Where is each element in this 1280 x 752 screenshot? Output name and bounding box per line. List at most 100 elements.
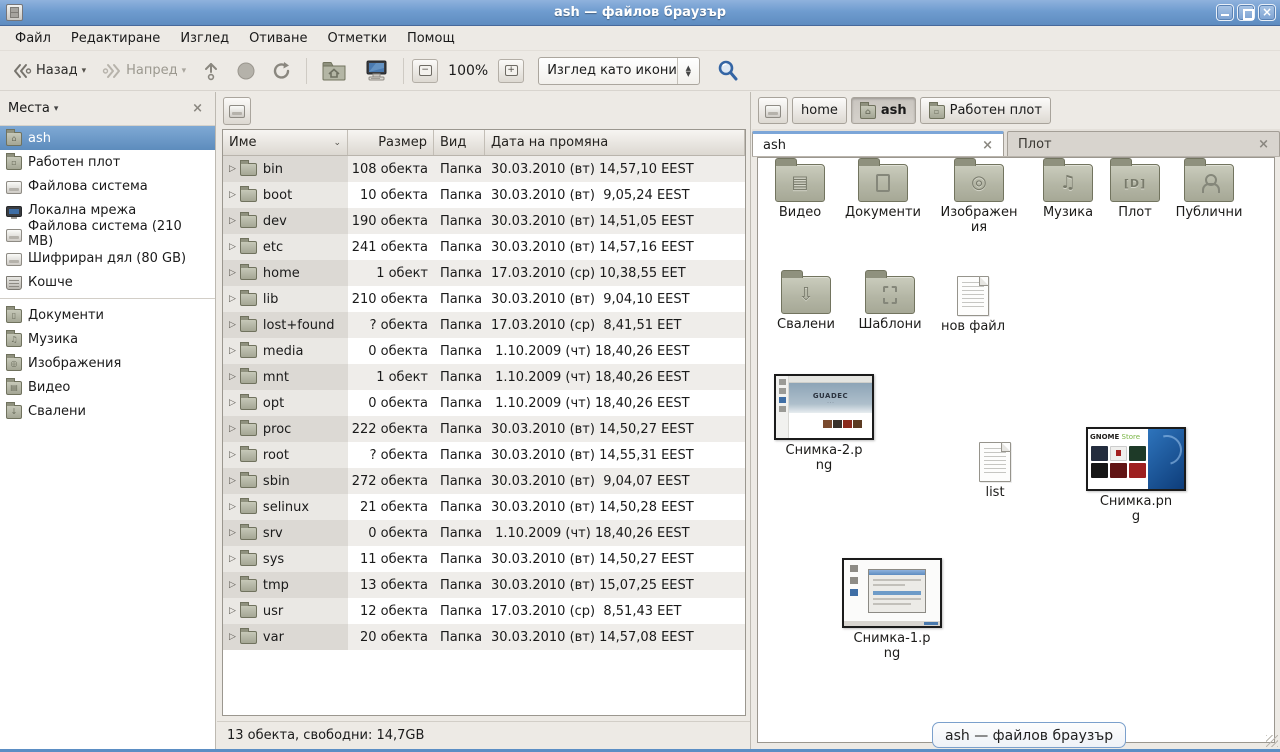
table-row-boot[interactable]: ▷boot10 обектаПапка30.03.2010 (вт) 9,05,… [223,182,745,208]
menu-Файл[interactable]: Файл [6,28,60,49]
table-row-proc[interactable]: ▷proc222 обектаПапка30.03.2010 (вт) 14,5… [223,416,745,442]
table-row-var[interactable]: ▷var20 обектаПапка30.03.2010 (вт) 14,57,… [223,624,745,650]
places-close-icon[interactable]: × [188,101,207,116]
menu-Помощ[interactable]: Помощ [398,28,464,49]
reload-button[interactable] [266,56,298,86]
breadcrumb-ash[interactable]: ⌂ash [851,97,916,124]
places-title[interactable]: Места [8,101,50,116]
file-item-Снимка-2.png[interactable]: GUADEC· · ·Снимка-2.png [770,374,878,474]
table-row-usr[interactable]: ▷usr12 обектаПапка17.03.2010 (ср) 8,51,4… [223,598,745,624]
places-dropdown-icon[interactable]: ▾ [54,104,59,114]
expander-icon[interactable]: ▷ [229,372,236,382]
computer-button[interactable] [357,56,395,86]
file-item-нов файл[interactable]: нов файл [931,276,1015,334]
file-item-Изображения[interactable]: ◎Изображения [937,164,1021,236]
table-row-opt[interactable]: ▷opt0 обектаПапка 1.10.2009 (чт) 18,40,2… [223,390,745,416]
close-button[interactable]: × [1258,4,1276,21]
tab-ash[interactable]: ash× [752,131,1004,156]
table-row-etc[interactable]: ▷etc241 обектаПапка30.03.2010 (вт) 14,57… [223,234,745,260]
expander-icon[interactable]: ▷ [229,346,236,356]
file-item-Плот[interactable]: [D]Плот [1093,164,1177,220]
file-item-Свалени[interactable]: ⇩Свалени [764,276,848,332]
column-header-Вид[interactable]: Вид [434,130,485,155]
table-row-dev[interactable]: ▷dev190 обектаПапка30.03.2010 (вт) 14,51… [223,208,745,234]
file-item-Шаблони[interactable]: Шаблони [848,276,932,332]
expander-icon[interactable]: ▷ [229,424,236,434]
breadcrumb-Работен плот[interactable]: ▫Работен плот [920,97,1051,124]
table-row-sbin[interactable]: ▷sbin272 обектаПапка30.03.2010 (вт) 9,04… [223,468,745,494]
column-header-Име[interactable]: Име⌄ [223,130,348,155]
sidebar-item-Видео[interactable]: ▤Видео [0,375,215,399]
sidebar-item-Шифриран дял (80 GB)[interactable]: Шифриран дял (80 GB) [0,246,215,270]
sidebar-item-Файлова система (210 MB)[interactable]: Файлова система (210 MB) [0,222,215,246]
minimize-button[interactable] [1216,4,1234,21]
breadcrumb-root[interactable] [758,97,788,124]
table-row-tmp[interactable]: ▷tmp13 обектаПапка30.03.2010 (вт) 15,07,… [223,572,745,598]
expander-icon[interactable]: ▷ [229,216,236,226]
zoom-out-button[interactable]: − [412,59,438,83]
tab-Плот[interactable]: Плот× [1007,131,1280,156]
icon-view[interactable]: ▤ВидеоДокументи◎Изображения♫Музика[D]Пло… [757,157,1275,743]
expander-icon[interactable]: ▷ [229,580,236,590]
column-header-Размер[interactable]: Размер [348,130,434,155]
maximize-button[interactable] [1237,4,1255,21]
file-item-Видео[interactable]: ▤Видео [758,164,842,220]
expander-icon[interactable]: ▷ [229,554,236,564]
table-row-media[interactable]: ▷media0 обектаПапка 1.10.2009 (чт) 18,40… [223,338,745,364]
view-mode-select[interactable]: Изглед като икони ▲▼ [538,57,700,85]
home-button[interactable] [315,56,353,86]
forward-button[interactable]: Напред ▾ [96,56,192,86]
file-item-Документи[interactable]: Документи [841,164,925,220]
table-row-mnt[interactable]: ▷mnt1 обектПапка 1.10.2009 (чт) 18,40,26… [223,364,745,390]
expander-icon[interactable]: ▷ [229,268,236,278]
column-header-Дата на промяна[interactable]: Дата на промяна [485,130,745,155]
expander-icon[interactable]: ▷ [229,606,236,616]
stop-button[interactable] [230,56,262,86]
expander-icon[interactable]: ▷ [229,502,236,512]
table-row-home[interactable]: ▷home1 обектПапка17.03.2010 (ср) 10,38,5… [223,260,745,286]
back-dropdown-icon[interactable]: ▾ [82,66,87,76]
sidebar-item-ash[interactable]: ⌂ash [0,126,215,150]
resize-grip[interactable] [1266,735,1278,747]
tab-close-icon[interactable]: × [982,138,993,153]
expander-icon[interactable]: ▷ [229,242,236,252]
expander-icon[interactable]: ▷ [229,294,236,304]
sidebar-item-Документи[interactable]: ▯Документи [0,303,215,327]
sidebar-item-Свалени[interactable]: ↓Свалени [0,399,215,423]
sidebar-item-Файлова система[interactable]: Файлова система [0,174,215,198]
expander-icon[interactable]: ▷ [229,632,236,642]
sidebar-item-Кошче[interactable]: Кошче [0,270,215,294]
expander-icon[interactable]: ▷ [229,164,236,174]
sidebar-item-Работен плот[interactable]: ▫Работен плот [0,150,215,174]
file-item-Снимка.png[interactable]: GNOME StoreСнимка.png [1082,427,1190,525]
tree-root-button[interactable] [223,97,251,125]
table-row-sys[interactable]: ▷sys11 обектаПапка30.03.2010 (вт) 14,50,… [223,546,745,572]
menu-Отметки[interactable]: Отметки [318,28,395,49]
combo-spinner-icon[interactable]: ▲▼ [677,58,699,84]
sidebar-item-Музика[interactable]: ♫Музика [0,327,215,351]
table-row-selinux[interactable]: ▷selinux21 обектаПапка30.03.2010 (вт) 14… [223,494,745,520]
table-row-root[interactable]: ▷root? обектаПапка30.03.2010 (вт) 14,55,… [223,442,745,468]
table-row-srv[interactable]: ▷srv0 обектаПапка 1.10.2009 (чт) 18,40,2… [223,520,745,546]
expander-icon[interactable]: ▷ [229,398,236,408]
table-row-bin[interactable]: ▷bin108 обектаПапка30.03.2010 (вт) 14,57… [223,156,745,182]
expander-icon[interactable]: ▷ [229,320,236,330]
expander-icon[interactable]: ▷ [229,190,236,200]
search-button[interactable] [710,56,746,86]
file-item-Публични[interactable]: Публични [1167,164,1251,220]
sidebar-item-Изображения[interactable]: ◎Изображения [0,351,215,375]
table-row-lost+found[interactable]: ▷lost+found? обектаПапка17.03.2010 (ср) … [223,312,745,338]
expander-icon[interactable]: ▷ [229,528,236,538]
breadcrumb-home[interactable]: home [792,97,847,124]
file-item-Снимка-1.png[interactable]: Снимка-1.png [838,558,946,662]
expander-icon[interactable]: ▷ [229,450,236,460]
menu-Изглед[interactable]: Изглед [171,28,238,49]
taskbar-window-label[interactable]: ash — файлов браузър [932,722,1126,748]
file-item-list[interactable]: list [953,442,1037,500]
up-button[interactable] [196,56,226,86]
back-button[interactable]: Назад ▾ [6,56,92,86]
expander-icon[interactable]: ▷ [229,476,236,486]
table-row-lib[interactable]: ▷lib210 обектаПапка30.03.2010 (вт) 9,04,… [223,286,745,312]
menu-Отиване[interactable]: Отиване [240,28,316,49]
zoom-in-button[interactable]: + [498,59,524,83]
